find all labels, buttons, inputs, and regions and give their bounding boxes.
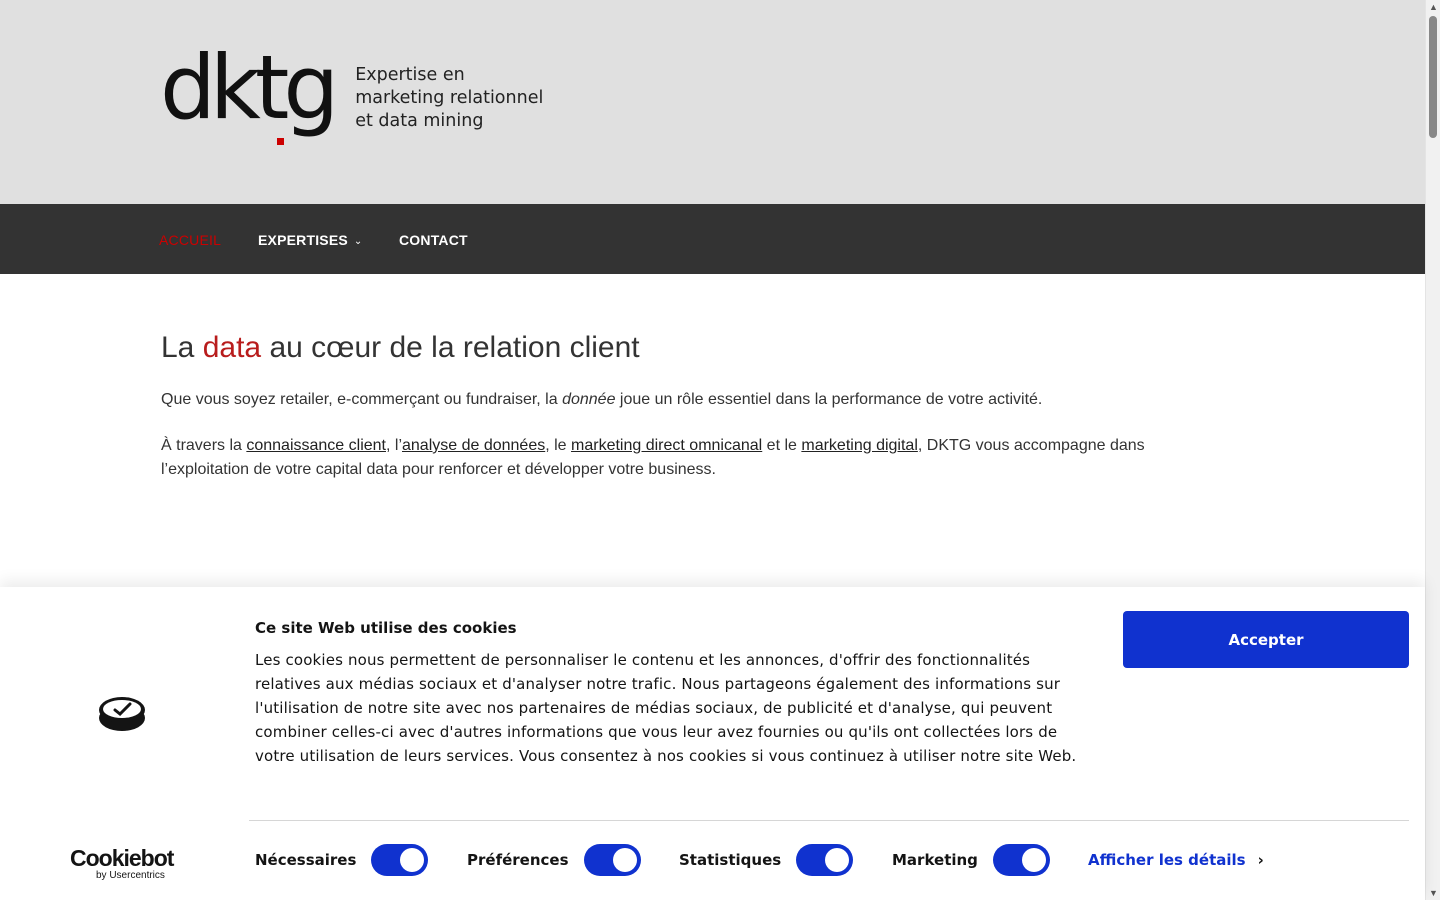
consent-toggle-marketing[interactable] — [992, 844, 1050, 876]
cookie-divider — [249, 820, 1409, 821]
site-logo[interactable]: dktg Expertise en marketing relationnel … — [160, 44, 543, 148]
p1-text-before: Que vous soyez retailer, e-commerçant ou… — [161, 391, 563, 408]
tagline-line-3: et data mining — [355, 111, 484, 131]
p2-text-start: À travers la — [161, 437, 247, 454]
page-title: La data au cœur de la relation client — [161, 330, 1201, 366]
nav-item-contact[interactable]: CONTACT — [399, 232, 468, 248]
show-details-label: Afficher les détails — [1088, 851, 1246, 869]
intro-paragraph: Que vous soyez retailer, e-commerçant ou… — [161, 388, 1201, 412]
main-navigation: ACCUEIL EXPERTISES ⌄ CONTACT — [0, 204, 1425, 274]
cookie-banner-text: Les cookies nous permettent de personnal… — [255, 651, 1077, 765]
consent-necessaires: Nécessaires — [255, 844, 429, 876]
nav-item-accueil[interactable]: ACCUEIL — [159, 232, 221, 248]
p1-text-after: joue un rôle essentiel dans la performan… — [615, 391, 1043, 408]
page-scrollbar[interactable]: ▲ ▼ — [1425, 0, 1440, 900]
consent-label: Nécessaires — [255, 851, 357, 869]
site-header: dktg Expertise en marketing relationnel … — [0, 0, 1425, 204]
title-accent: data — [202, 331, 262, 364]
show-details-link[interactable]: Afficher les détails › — [1088, 851, 1264, 869]
consent-label: Préférences — [467, 851, 569, 869]
title-suffix: au cœur de la relation client — [261, 331, 640, 364]
tagline-line-1: Expertise en — [355, 65, 465, 85]
link-analyse-donnees[interactable]: analyse de données — [402, 437, 545, 454]
p2-sep-1: , l’ — [386, 437, 402, 454]
cookie-logo-icon — [99, 697, 145, 731]
title-prefix: La — [161, 331, 203, 364]
cookiebot-name: Cookiebot — [70, 845, 174, 871]
p2-sep-3: et le — [762, 437, 802, 454]
consent-toggle-preferences[interactable] — [583, 844, 641, 876]
main-content: La data au cœur de la relation client Qu… — [161, 330, 1201, 482]
consent-toggle-necessaires[interactable] — [371, 844, 429, 876]
consent-label: Marketing — [892, 851, 978, 869]
chevron-down-icon: ⌄ — [353, 236, 363, 247]
logo-text: dktg — [160, 36, 339, 139]
accept-cookies-button[interactable]: Accepter — [1123, 611, 1409, 668]
scrollbar-thumb[interactable] — [1429, 16, 1437, 138]
nav-item-label: EXPERTISES — [258, 232, 348, 248]
consent-statistiques: Statistiques — [679, 844, 854, 876]
consent-marketing: Marketing — [892, 844, 1050, 876]
cookiebot-by-line: by Usercentrics — [96, 870, 165, 881]
consent-label: Statistiques — [679, 851, 782, 869]
cookie-banner-title: Ce site Web utilise des cookies — [255, 619, 517, 637]
p2-sep-2: , le — [545, 437, 572, 454]
toggle-knob — [825, 848, 850, 872]
nav-item-expertises[interactable]: EXPERTISES ⌄ — [258, 232, 363, 248]
p1-emphasis: donnée — [562, 391, 616, 408]
scroll-down-arrow-icon[interactable]: ▼ — [1429, 888, 1438, 898]
logo-tagline: Expertise en marketing relationnel et da… — [355, 64, 543, 133]
toggle-knob — [1021, 848, 1046, 872]
chevron-right-icon: › — [1257, 851, 1264, 869]
toggle-knob — [400, 848, 425, 872]
tagline-line-2: marketing relationnel — [355, 88, 544, 108]
toggle-knob — [612, 848, 637, 872]
scroll-up-arrow-icon[interactable]: ▲ — [1429, 2, 1438, 12]
link-marketing-direct[interactable]: marketing direct omnicanal — [571, 437, 762, 454]
link-marketing-digital[interactable]: marketing digital — [801, 437, 918, 454]
link-connaissance-client[interactable]: connaissance client — [246, 437, 386, 454]
consent-preferences: Préférences — [467, 844, 641, 876]
services-paragraph: À travers la connaissance client, l’anal… — [161, 434, 1201, 482]
consent-toggle-statistiques[interactable] — [796, 844, 854, 876]
cookiebot-brand[interactable]: Cookiebot by Usercentrics — [70, 845, 174, 882]
logo-mark: dktg — [160, 44, 339, 148]
logo-red-dot — [277, 138, 284, 145]
